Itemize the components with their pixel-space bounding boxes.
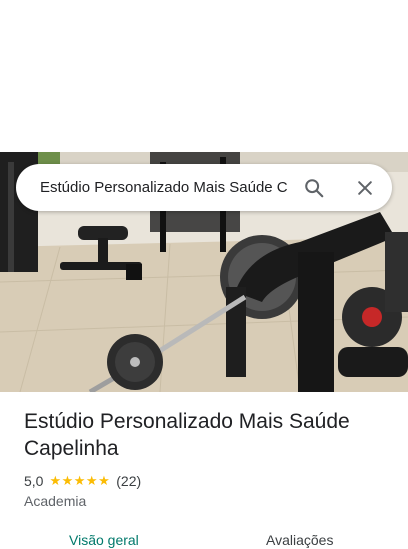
close-button[interactable] — [351, 174, 379, 202]
tab-reviews[interactable]: Avaliações — [266, 531, 333, 549]
search-bar[interactable]: Estúdio Personalizado Mais Saúde C — [16, 164, 392, 211]
place-title: Estúdio Personalizado Mais Saúde Capelin… — [24, 410, 350, 460]
place-category[interactable]: Academia — [24, 493, 86, 509]
search-input[interactable]: Estúdio Personalizado Mais Saúde C — [40, 178, 302, 198]
rating-value: 5,0 — [24, 473, 44, 489]
search-icon — [305, 179, 324, 198]
close-icon — [358, 181, 372, 195]
review-count[interactable]: (22) — [116, 473, 141, 489]
search-button[interactable] — [300, 174, 328, 202]
tab-overview[interactable]: Visão geral — [69, 531, 139, 549]
rating-row[interactable]: 5,0 ★★★★★ (22) — [24, 472, 141, 490]
rating-stars: ★★★★★ — [49, 473, 111, 488]
